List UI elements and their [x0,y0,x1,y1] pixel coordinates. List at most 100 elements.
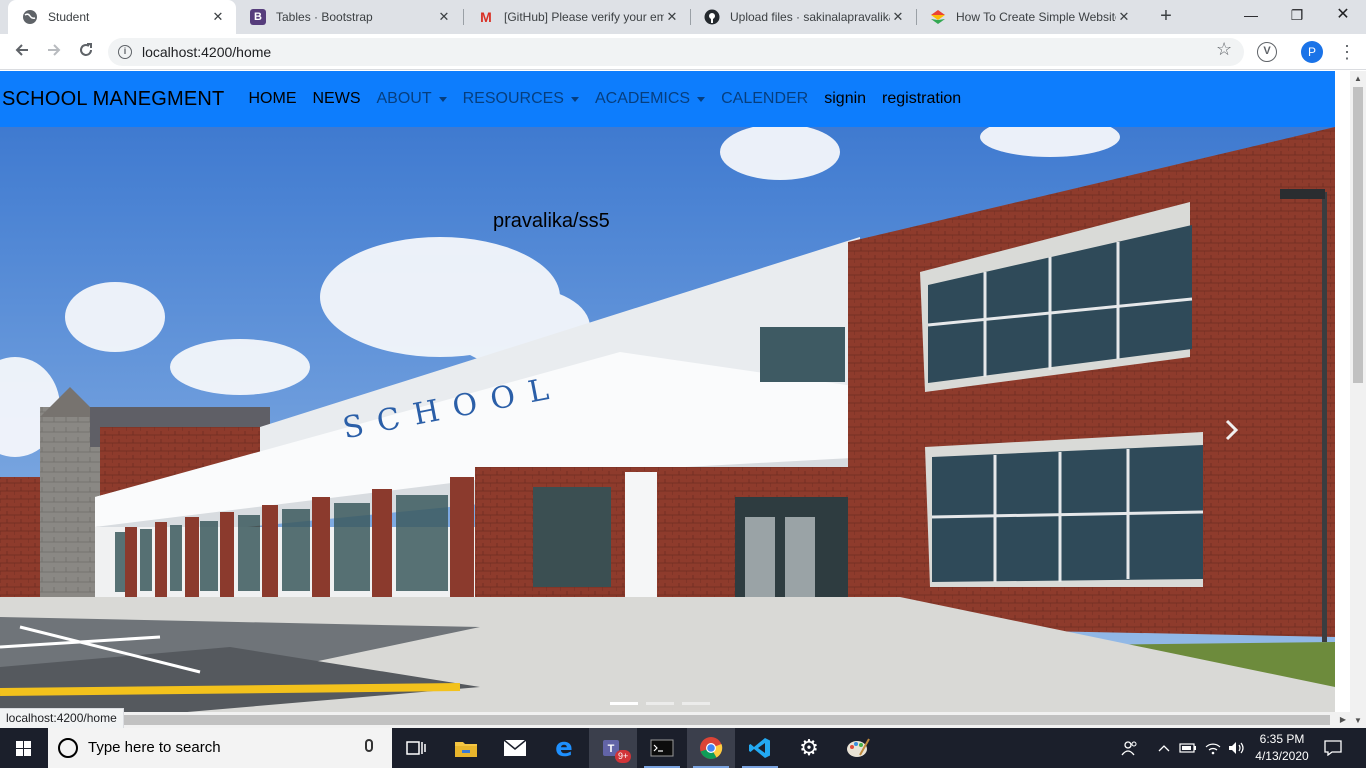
tab-title: Upload files · sakinalapravalika [730,10,890,24]
notifications-icon[interactable] [1318,728,1348,768]
cortana-icon [58,738,78,758]
browser-toolbar: i localhost:4200/home ☆ V P ⋮ [0,34,1366,70]
chevron-up-icon[interactable] [1154,728,1174,768]
url-text: localhost:4200/home [142,44,272,60]
reload-icon [80,43,92,56]
bookmark-star-icon[interactable]: ☆ [1216,39,1232,60]
clock-date: 4/13/2020 [1255,749,1309,763]
school-building-image [0,127,1335,728]
caret-down-icon [438,96,447,102]
link-status-bar: localhost:4200/home [0,708,124,728]
back-arrow-icon [15,44,28,56]
site-navbar: SCHOOL MANEGMENT HOME NEWS ABOUT RESOURC… [0,71,1335,127]
close-icon[interactable]: ✕ [1116,9,1132,25]
browser-tab-strip: Student ✕ B Tables · Bootstrap ✕ M [GitH… [0,0,1366,34]
new-tab-button[interactable]: + [1155,5,1177,27]
scroll-up-icon[interactable]: ▲ [1354,74,1362,83]
edge-icon[interactable]: e [540,728,588,768]
info-icon[interactable]: i [118,45,132,59]
file-explorer-icon[interactable] [442,728,490,768]
bootstrap-icon: B [250,9,266,25]
nav-home[interactable]: HOME [248,90,296,108]
nav-news[interactable]: NEWS [312,90,360,108]
search-placeholder: Type here to search [88,739,221,756]
nav-registration[interactable]: registration [882,90,961,108]
nav-about-label: ABOUT [376,90,432,107]
vscode-icon[interactable] [736,728,784,768]
nav-about-dropdown[interactable]: ABOUT [376,90,447,108]
site-brand[interactable]: SCHOOL MANEGMENT [2,88,224,111]
task-view-icon[interactable] [392,728,440,768]
start-button[interactable] [0,728,48,768]
carousel-caption: pravalika/ss5 [493,210,610,232]
site-icon [930,9,946,25]
carousel-indicator[interactable] [682,702,710,705]
globe-icon [22,9,38,25]
browser-menu-icon[interactable]: ⋮ [1338,40,1356,64]
tab-bootstrap[interactable]: B Tables · Bootstrap ✕ [236,0,462,34]
carousel-indicators [610,702,710,705]
teams-icon[interactable]: T 9+ [589,728,637,768]
teams-notification-badge: 9+ [615,750,632,763]
address-bar[interactable]: i localhost:4200/home [108,38,1244,66]
wifi-icon[interactable] [1202,728,1224,768]
tab-title: Tables · Bootstrap [276,10,373,24]
tab-github[interactable]: Upload files · sakinalapravalika ✕ [690,0,916,34]
tab-gmail[interactable]: M [GitHub] Please verify your em ✕ [464,0,690,34]
mail-icon[interactable] [491,728,539,768]
carousel-indicator[interactable] [610,702,638,705]
terminal-icon[interactable] [638,728,686,768]
paint-icon[interactable] [834,728,882,768]
caret-down-icon [697,96,706,102]
tab-title: Student [48,10,90,24]
close-icon[interactable]: ✕ [210,9,226,25]
close-icon[interactable]: ✕ [890,9,906,25]
reload-button[interactable] [74,40,98,64]
profile-avatar[interactable]: P [1301,41,1323,63]
back-button[interactable] [10,40,34,64]
windows-taskbar: Type here to search e T 9+ ⚙ 6:35 PM 4/1… [0,728,1366,768]
nav-signin[interactable]: signin [824,90,866,108]
svg-text:T: T [608,743,615,755]
nav-resources-label: RESOURCES [462,90,564,107]
settings-gear-icon[interactable]: ⚙ [785,728,833,768]
people-icon[interactable] [1116,728,1144,768]
tab-student[interactable]: Student ✕ [8,0,236,34]
carousel-next-icon[interactable] [1225,417,1239,448]
extension-v-icon[interactable]: V [1257,42,1277,62]
nav-academics-dropdown[interactable]: ACADEMICS [594,90,706,108]
hero-carousel: pravalika/ss5 SCHOOL [0,127,1335,728]
maximize-button[interactable]: ❐ [1274,0,1320,32]
scroll-right-icon[interactable]: ▶ [1340,715,1346,724]
gmail-icon: M [480,9,492,25]
github-icon [704,9,720,25]
horizontal-scroll-thumb[interactable] [120,715,1330,725]
scroll-down-icon[interactable]: ▼ [1354,716,1362,725]
system-clock[interactable]: 6:35 PM 4/13/2020 [1250,731,1314,765]
windows-logo-icon [16,741,31,756]
tab-title: How To Create Simple Website [956,10,1116,24]
tab-title: [GitHub] Please verify your em [504,10,664,24]
volume-icon[interactable] [1226,728,1248,768]
nav-calender[interactable]: CALENDER [721,90,808,108]
page-viewport: SCHOOL MANEGMENT HOME NEWS ABOUT RESOURC… [0,71,1366,728]
forward-arrow-icon [48,44,61,56]
nav-resources-dropdown[interactable]: RESOURCES [463,90,579,108]
chrome-icon[interactable] [687,728,735,768]
nav-academics-label: ACADEMICS [594,90,691,107]
battery-icon[interactable] [1177,728,1199,768]
caret-down-icon [570,96,579,102]
forward-button[interactable] [42,40,66,64]
horizontal-scrollbar[interactable]: ▶ [0,712,1350,728]
close-icon[interactable]: ✕ [664,9,680,25]
close-icon[interactable]: ✕ [436,9,452,25]
close-window-button[interactable]: ✕ [1320,0,1366,32]
microphone-icon[interactable] [365,739,373,752]
carousel-indicator[interactable] [646,702,674,705]
clock-time: 6:35 PM [1259,732,1305,746]
minimize-button[interactable]: — [1228,0,1274,32]
tab-simple-website[interactable]: How To Create Simple Website ✕ [916,0,1142,34]
vertical-scroll-thumb[interactable] [1353,87,1363,383]
taskbar-search-box[interactable]: Type here to search [48,728,392,768]
vertical-scrollbar[interactable]: ▲ ▼ [1350,71,1366,728]
